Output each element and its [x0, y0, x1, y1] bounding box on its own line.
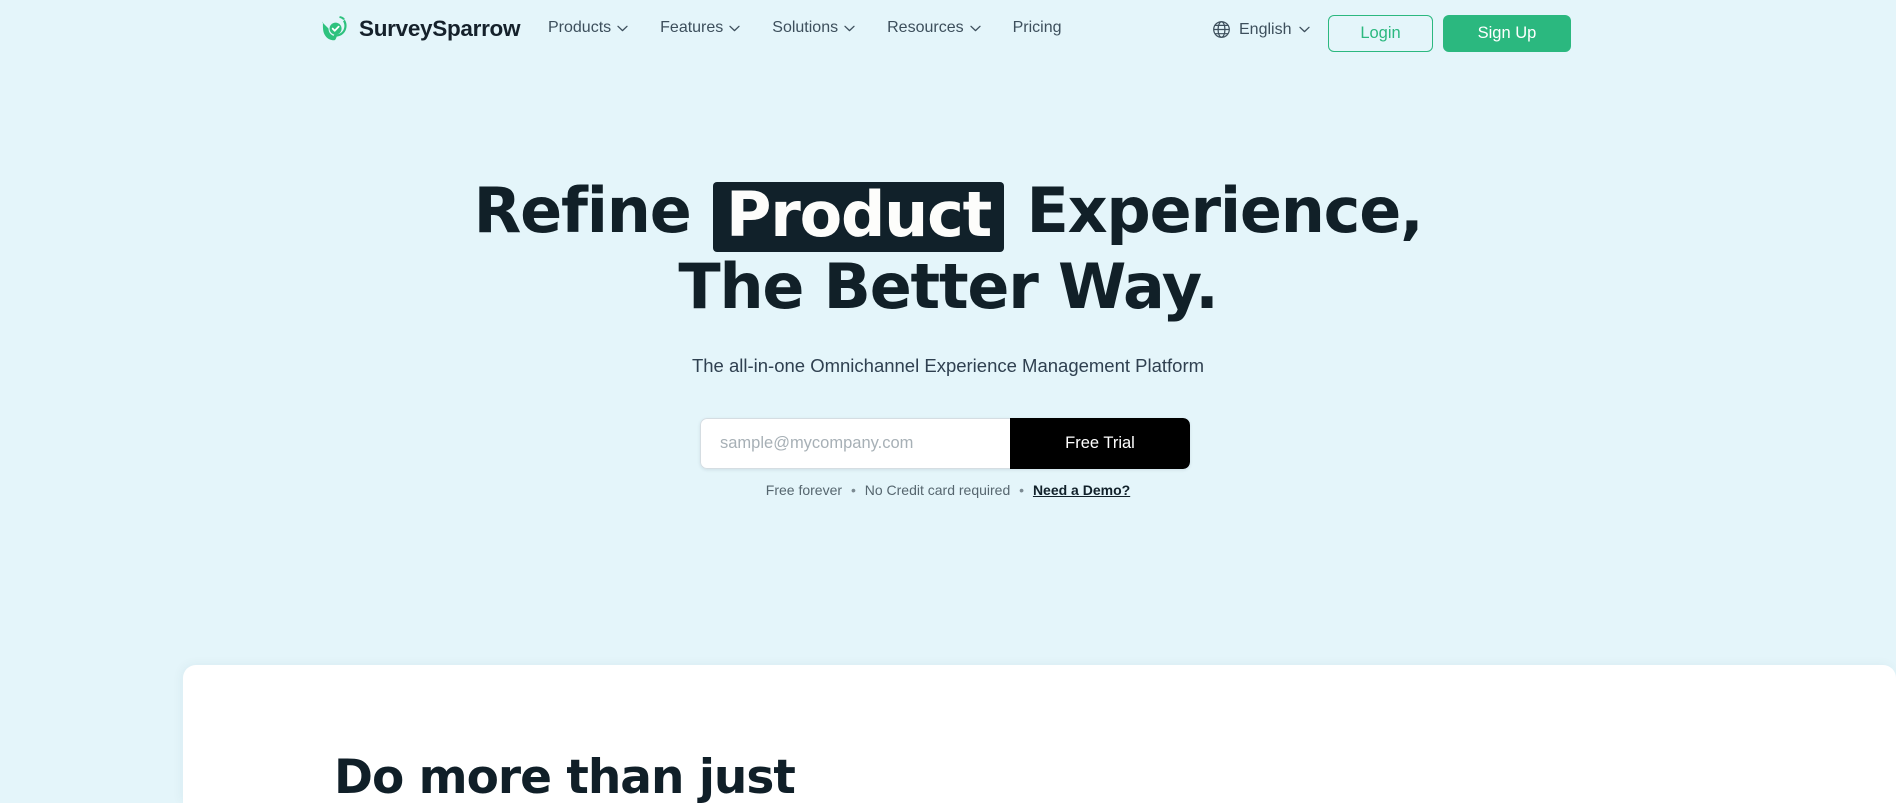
- panel-heading: Do more than just: [334, 750, 796, 803]
- need-a-demo-link[interactable]: Need a Demo?: [1033, 482, 1130, 498]
- brand-logo-link[interactable]: SurveySparrow: [320, 14, 520, 44]
- nav-item-features[interactable]: Features: [660, 20, 740, 36]
- headline-line-2: The Better Way.: [678, 250, 1218, 323]
- hero-section: Refine Product Experience, The Better Wa…: [0, 176, 1896, 379]
- chevron-down-icon: [617, 25, 628, 32]
- login-button[interactable]: Login: [1328, 15, 1433, 52]
- page-title: Refine Product Experience, The Better Wa…: [0, 176, 1896, 322]
- brand-name: SurveySparrow: [359, 15, 521, 41]
- sparrow-logo-icon: [320, 14, 350, 44]
- headline-part-2: Experience,: [1026, 174, 1423, 247]
- nav-item-products[interactable]: Products: [548, 20, 628, 36]
- hero-subtitle: The all-in-one Omnichannel Experience Ma…: [691, 355, 1205, 376]
- nav-item-label: Solutions: [772, 19, 839, 36]
- chevron-down-icon: [844, 25, 855, 32]
- globe-icon: [1212, 20, 1231, 39]
- fineprint-no-credit-card: No Credit card required: [864, 482, 1011, 498]
- chevron-down-icon: [969, 25, 981, 32]
- language-selector[interactable]: English: [1212, 20, 1311, 39]
- nav-item-label: Features: [660, 19, 724, 36]
- top-navbar: SurveySparrow Products Features Solution…: [0, 0, 1896, 66]
- form-fineprint: Free forever • No Credit card required •…: [0, 481, 1896, 499]
- nav-item-label: Products: [548, 19, 612, 36]
- headline-highlight: Product: [712, 182, 1005, 252]
- nav-item-solutions[interactable]: Solutions: [772, 20, 855, 36]
- chevron-down-icon: [729, 25, 740, 32]
- fineprint-free-forever: Free forever: [765, 482, 843, 498]
- content-panel: Do more than just: [183, 665, 1896, 803]
- nav-item-label: Resources: [887, 19, 964, 36]
- signup-button[interactable]: Sign Up: [1443, 15, 1571, 52]
- language-label: English: [1239, 20, 1292, 38]
- headline-part-1: Refine: [473, 174, 692, 247]
- free-trial-button[interactable]: Free Trial: [1010, 418, 1190, 469]
- free-trial-form: Free Trial: [700, 418, 1190, 469]
- nav-item-resources[interactable]: Resources: [887, 19, 981, 36]
- email-input[interactable]: [700, 418, 1010, 469]
- nav-item-pricing[interactable]: Pricing: [1013, 20, 1062, 36]
- chevron-down-icon: [1299, 26, 1311, 33]
- primary-nav: Products Features Solutions Resources Pr…: [548, 20, 1062, 36]
- nav-item-label: Pricing: [1012, 19, 1062, 36]
- fineprint-separator: •: [850, 482, 856, 498]
- fineprint-separator: •: [1019, 482, 1025, 498]
